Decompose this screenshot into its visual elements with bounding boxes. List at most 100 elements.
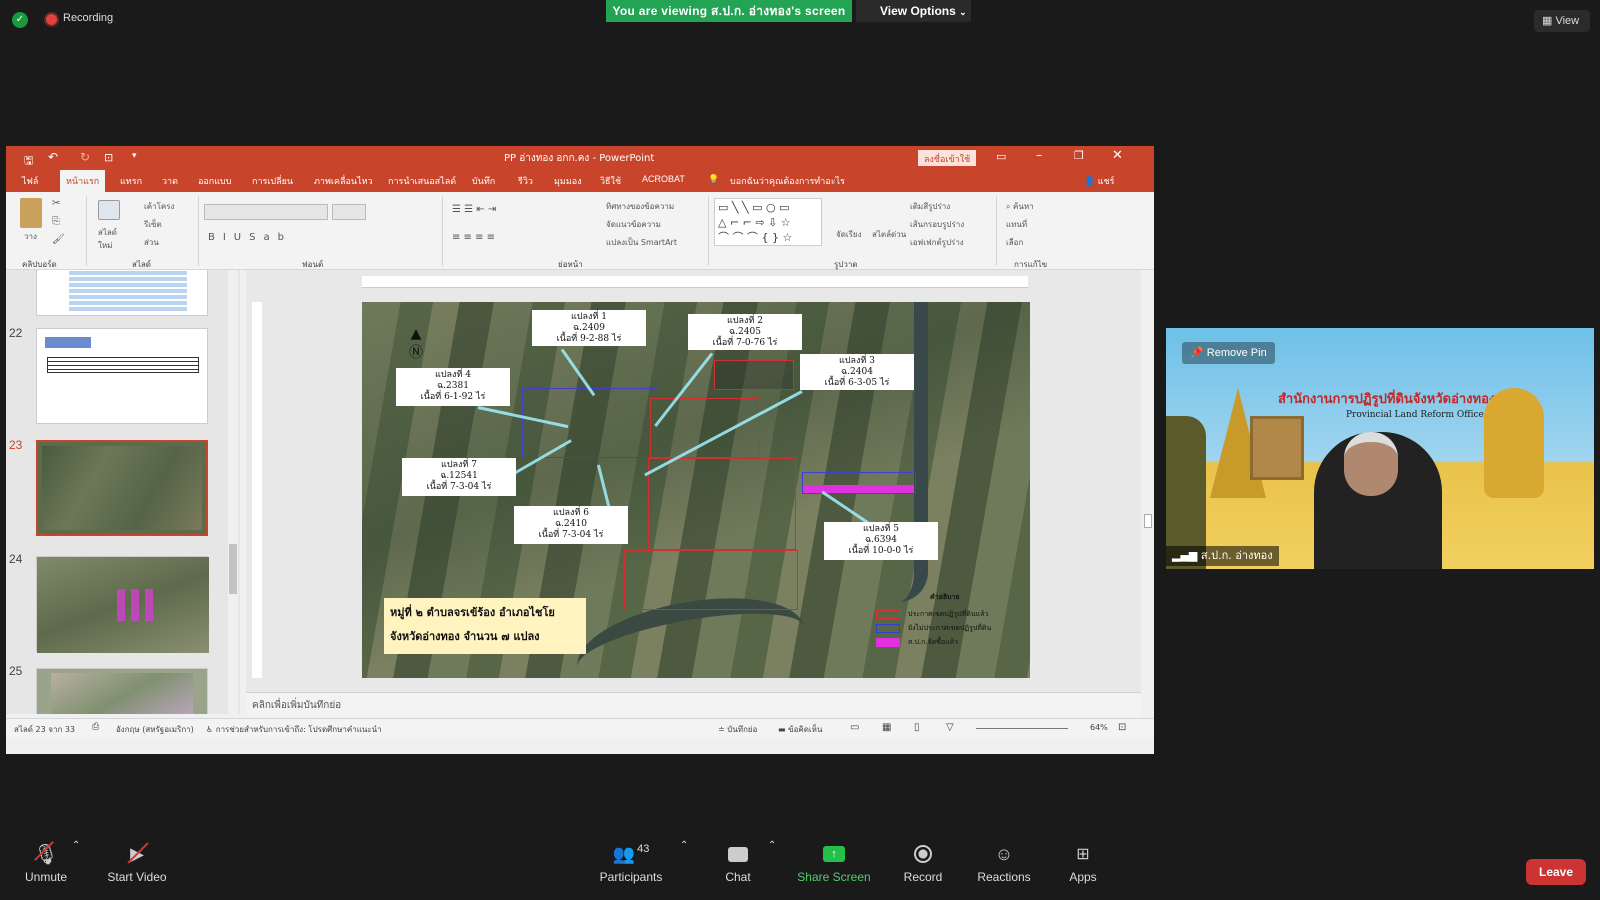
copy-icon[interactable]: ⎘ [52, 216, 60, 227]
lightbulb-icon: 💡 [708, 174, 720, 184]
restore-icon[interactable]: ❐ [1074, 149, 1084, 162]
layout-button[interactable]: เค้าโครง [144, 200, 174, 213]
accessibility-status[interactable]: ♿ การช่วยสำหรับการเข้าถึง: โปรดศึกษาคำแน… [206, 723, 382, 736]
slide-sorter-icon[interactable]: ▦ [882, 722, 891, 733]
slide-thumbnail-selected[interactable] [36, 440, 208, 536]
notes-button[interactable]: ≐ บันทึกย่อ [718, 723, 757, 736]
tab-record[interactable]: บันทึก [472, 174, 495, 188]
thumbnails-scrollbar[interactable] [228, 270, 238, 714]
tab-transitions[interactable]: การเปลี่ยน [252, 174, 293, 188]
leave-button[interactable]: Leave [1526, 859, 1586, 885]
font-size-box[interactable] [332, 204, 366, 220]
slide-thumbnail[interactable] [36, 328, 208, 424]
tell-me-box[interactable]: บอกฉันว่าคุณต้องการทำอะไร [730, 174, 845, 188]
shape-fill-button[interactable]: เติมสีรูปร่าง [910, 200, 950, 213]
audio-options-caret-icon[interactable]: ⌃ [72, 840, 80, 851]
share-screen-button[interactable]: ↑ Share Screen [796, 838, 872, 884]
tab-design[interactable]: ออกแบบ [198, 174, 232, 188]
language-indicator[interactable]: อังกฤษ (สหรัฐอเมริกา) [116, 723, 194, 736]
slideshow-view-icon[interactable]: ▽ [946, 722, 954, 733]
view-options-button[interactable]: View Options ⌄ [856, 0, 971, 22]
legend-item: ส.ป.ก.จัดซื้อแล้ว [876, 637, 1026, 648]
plot-2-callout: แปลงที่ 2 ฉ.2405 เนื้อที่ 7-0-76 ไร่ [688, 314, 802, 350]
notes-pane[interactable]: คลิกเพื่อเพิ่มบันทึกย่อ [246, 692, 1141, 716]
zoom-level[interactable]: 64% [1090, 723, 1108, 732]
reactions-button[interactable]: ☺ Reactions [976, 838, 1032, 885]
find-button[interactable]: ⌕ ค้นหา [1006, 200, 1034, 213]
tab-help[interactable]: วิธีใช้ [600, 174, 621, 188]
participants-button[interactable]: 👥 43 Participants [596, 838, 666, 884]
align-text-button[interactable]: จัดแนวข้อความ [606, 218, 661, 231]
comments-button[interactable]: ▬ ข้อคิดเห็น [778, 723, 822, 736]
reading-view-icon[interactable]: ▯ [914, 722, 920, 733]
normal-view-icon[interactable]: ▭ [850, 722, 859, 733]
bullets-icon[interactable]: ☰ ☰ ⇤ ⇥ [452, 204, 496, 215]
record-button[interactable]: Record [900, 838, 946, 884]
redo-icon[interactable]: ↻ [80, 150, 90, 164]
quick-styles-button[interactable]: สไตล์ด่วน [872, 228, 906, 241]
fit-slide-icon[interactable]: ⊡ [1118, 722, 1126, 733]
font-name-box[interactable] [204, 204, 328, 220]
chat-caret-icon[interactable]: ⌃ [768, 840, 776, 851]
spellcheck-icon[interactable]: ⎙ [92, 722, 99, 732]
start-video-button[interactable]: ▶ Start Video [104, 838, 170, 884]
tab-slideshow[interactable]: การนำเสนอสไลด์ [388, 174, 456, 188]
security-shield-icon[interactable]: ✓ [12, 12, 28, 28]
remove-pin-button[interactable]: 📌 Remove Pin [1182, 342, 1275, 364]
slide-thumbnail[interactable] [36, 668, 208, 714]
legend-swatch-magenta [876, 638, 900, 647]
align-icons[interactable]: ≡ ≡ ≡ ≡ [452, 232, 495, 243]
text-direction-button[interactable]: ทิศทางของข้อความ [606, 200, 674, 213]
signin-button[interactable]: ลงชื่อเข้าใช้ [918, 150, 977, 166]
unmute-button[interactable]: 🎙 Unmute [20, 838, 72, 884]
slide-canvas[interactable]: ▲ Ⓝ แปลงที่ 1 ฉ.2409 เนื้อที่ 9-2-88 ไร่ … [362, 302, 1030, 678]
save-icon[interactable]: 🖫 [24, 152, 33, 171]
slide-thumbnail[interactable] [36, 270, 208, 316]
plot-4-title: แปลงที่ 4 [435, 370, 471, 380]
shape-effects-button[interactable]: เอฟเฟกต์รูปร่าง [910, 236, 964, 249]
shapes-gallery[interactable]: ▭ ╲ ╲ ▭ ○ ▭ △ ⌐ ⌐ ⇨ ⇩ ☆ ⌒ ⌒ ⌒ { } ☆ [714, 198, 822, 246]
tab-animations[interactable]: ภาพเคลื่อนไหว [314, 174, 373, 188]
customize-qat-icon[interactable]: ▾ [132, 151, 137, 161]
zoom-slider[interactable] [976, 728, 1068, 729]
share-button[interactable]: 👤 แชร์ [1084, 174, 1114, 188]
font-format-icons[interactable]: BIUSab [208, 232, 292, 243]
minimize-icon[interactable]: – [1036, 148, 1042, 162]
view-button[interactable]: ▦ View [1534, 10, 1590, 32]
format-painter-icon[interactable]: 🖌 [52, 234, 65, 245]
tab-home[interactable]: หน้าแรก [60, 170, 106, 192]
tab-draw[interactable]: วาด [162, 174, 178, 188]
close-icon[interactable]: ✕ [1112, 148, 1123, 163]
record-label: Record [903, 870, 943, 884]
scroll-thumb[interactable] [229, 544, 237, 594]
apps-button[interactable]: ⊞ Apps [1066, 838, 1100, 884]
tab-review[interactable]: รีวิว [518, 174, 533, 188]
new-slide-icon[interactable] [98, 200, 120, 220]
slideshow-icon[interactable]: ⊡ [104, 151, 113, 164]
undo-icon[interactable]: ↶ [48, 150, 58, 164]
tab-file[interactable]: ไฟล์ [22, 174, 38, 188]
chat-button[interactable]: Chat [718, 838, 758, 884]
tab-view[interactable]: มุมมอง [554, 174, 582, 188]
banner-subtext: Provincial Land Reform Office [1346, 410, 1484, 420]
cut-icon[interactable]: ✂ [52, 198, 60, 209]
slide-scrollbar[interactable] [1142, 270, 1154, 714]
scroll-thumb[interactable] [1144, 514, 1152, 528]
slide-thumbnail[interactable] [36, 556, 209, 653]
select-button[interactable]: เลือก [1006, 236, 1023, 249]
reset-button[interactable]: รีเซ็ต [144, 218, 162, 231]
start-video-label: Start Video [107, 870, 167, 884]
ribbon-display-icon[interactable]: ▭ [996, 150, 1006, 163]
replace-button[interactable]: แทนที่ [1006, 218, 1027, 231]
smartart-button[interactable]: แปลงเป็น SmartArt [606, 236, 677, 249]
paste-icon[interactable] [20, 198, 42, 228]
shape-outline-button[interactable]: เส้นกรอบรูปร่าง [910, 218, 964, 231]
arrange-button[interactable]: จัดเรียง [836, 228, 862, 241]
participant-video-tile[interactable]: สำนักงานการปฏิรูปที่ดินจังหวัดอ่างทอง Pr… [1166, 328, 1594, 569]
plot-boundary-red [624, 550, 798, 610]
tab-acrobat[interactable]: ACROBAT [642, 174, 685, 184]
participants-caret-icon[interactable]: ⌃ [680, 840, 688, 851]
tab-insert[interactable]: แทรก [120, 174, 142, 188]
section-button[interactable]: ส่วน [144, 236, 159, 249]
slide-thumbnails-pane[interactable]: 22 23 24 25 [6, 270, 240, 714]
